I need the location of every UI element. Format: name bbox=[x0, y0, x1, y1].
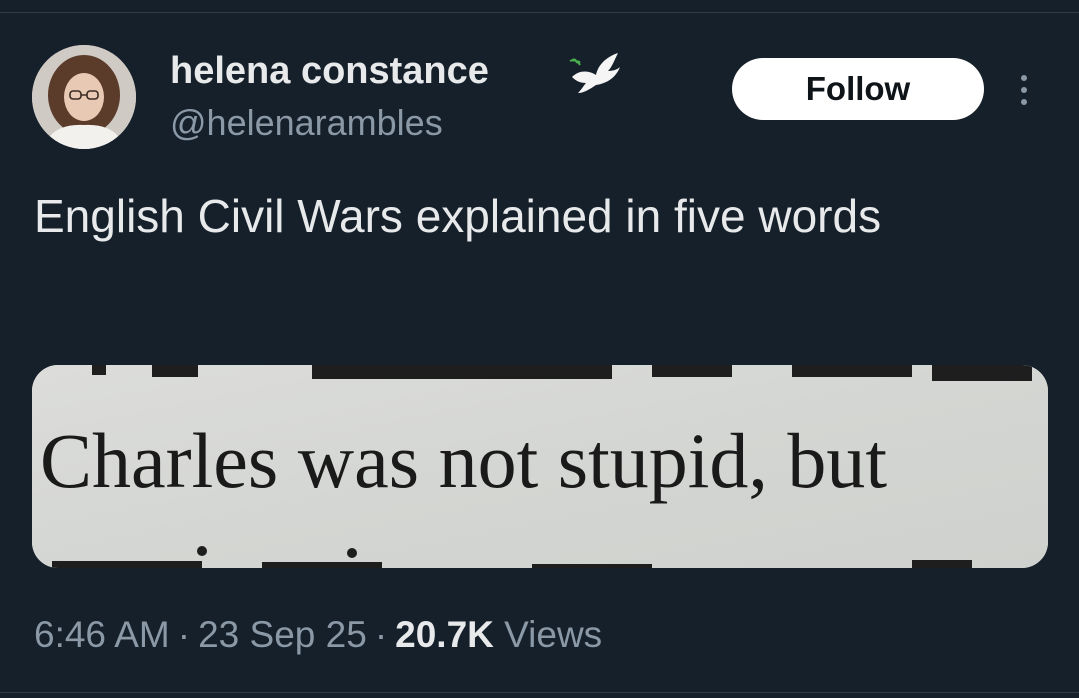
book-text-line: Charles was not stupid, but bbox=[40, 417, 887, 504]
views-count[interactable]: 20.7K bbox=[395, 614, 494, 655]
avatar[interactable] bbox=[32, 45, 136, 149]
top-divider bbox=[0, 12, 1079, 13]
views-label: Views bbox=[504, 614, 603, 655]
follow-button[interactable]: Follow bbox=[732, 58, 984, 120]
author-handle[interactable]: @helenarambles bbox=[170, 101, 443, 145]
tweet-media-image[interactable]: Charles was not stupid, but bbox=[32, 365, 1048, 568]
tweet-date[interactable]: 23 Sep 25 bbox=[198, 614, 367, 655]
tweet-meta: 6:46 AM · 23 Sep 25 · 20.7K Views bbox=[34, 610, 602, 660]
meta-separator: · bbox=[374, 614, 388, 655]
book-page-photo: Charles was not stupid, but bbox=[32, 365, 1048, 568]
avatar-image bbox=[32, 45, 136, 149]
author-display-name[interactable]: helena constance bbox=[170, 47, 489, 95]
more-vertical-icon[interactable] bbox=[1012, 70, 1036, 110]
tweet-text: English Civil Wars explained in five wor… bbox=[34, 190, 882, 242]
dove-icon bbox=[569, 53, 620, 93]
bottom-divider bbox=[0, 692, 1079, 693]
tweet-time[interactable]: 6:46 AM bbox=[34, 614, 170, 655]
meta-separator: · bbox=[177, 614, 191, 655]
